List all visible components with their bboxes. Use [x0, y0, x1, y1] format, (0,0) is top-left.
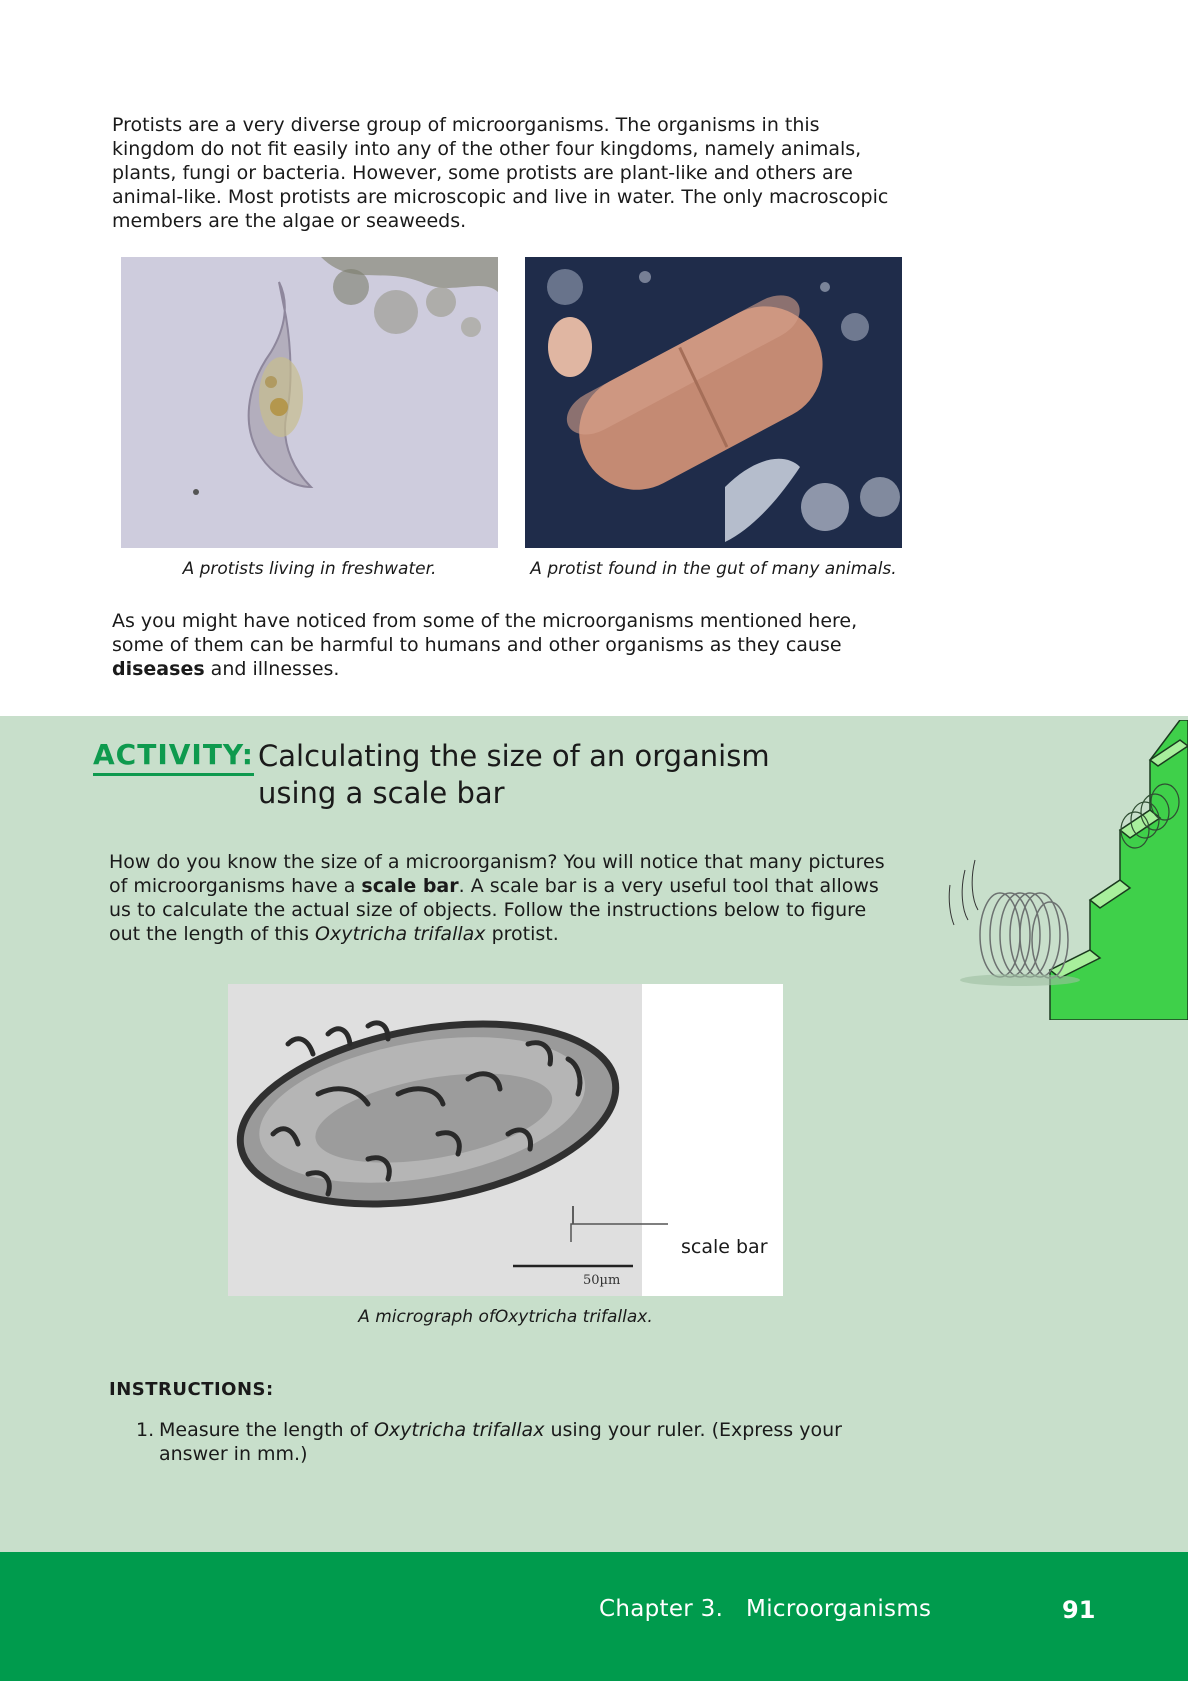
intro-paragraph: Protists are a very diverse group of mic…: [112, 114, 889, 232]
gut-protist-photo: [525, 257, 902, 548]
photo-caption-gut: A protist found in the gut of many anima…: [530, 559, 897, 579]
species-name: Oxytricha trifallax: [315, 923, 486, 945]
instructions-heading: INSTRUCTIONS:: [109, 1379, 274, 1400]
chapter-title: Chapter 3. Microorganisms: [599, 1596, 932, 1622]
micrograph-caption: A micrograph ofOxytricha trifallax.: [358, 1307, 653, 1327]
slinky-stairs-illustration: [948, 720, 1188, 1020]
scale-bar-term: scale bar: [361, 875, 459, 897]
freshwater-protist-photo: [121, 257, 498, 548]
micrograph-figure: 50µm scale bar: [228, 984, 783, 1296]
photo-caption-freshwater: A protists living in freshwater.: [182, 559, 437, 579]
activity-title: Calculating the size of an organism usin…: [258, 739, 770, 810]
activity-panel: ACTIVITY: Calculating the size of an org…: [0, 716, 1188, 1552]
instruction-item: 1. Measure the length of Oxytricha trifal…: [136, 1419, 842, 1465]
activity-label: ACTIVITY:: [93, 738, 254, 776]
instructions-list: 1. Measure the length of Oxytricha trifal…: [136, 1418, 896, 1466]
harm-paragraph: As you might have noticed from some of t…: [112, 610, 858, 680]
page-footer: Chapter 3. Microorganisms 91: [0, 1552, 1188, 1681]
scale-bar-label: scale bar: [681, 1236, 768, 1258]
diseases-term: diseases: [112, 658, 205, 680]
activity-body: How do you know the size of a microorgan…: [109, 851, 885, 945]
page-number: 91: [1062, 1596, 1096, 1624]
